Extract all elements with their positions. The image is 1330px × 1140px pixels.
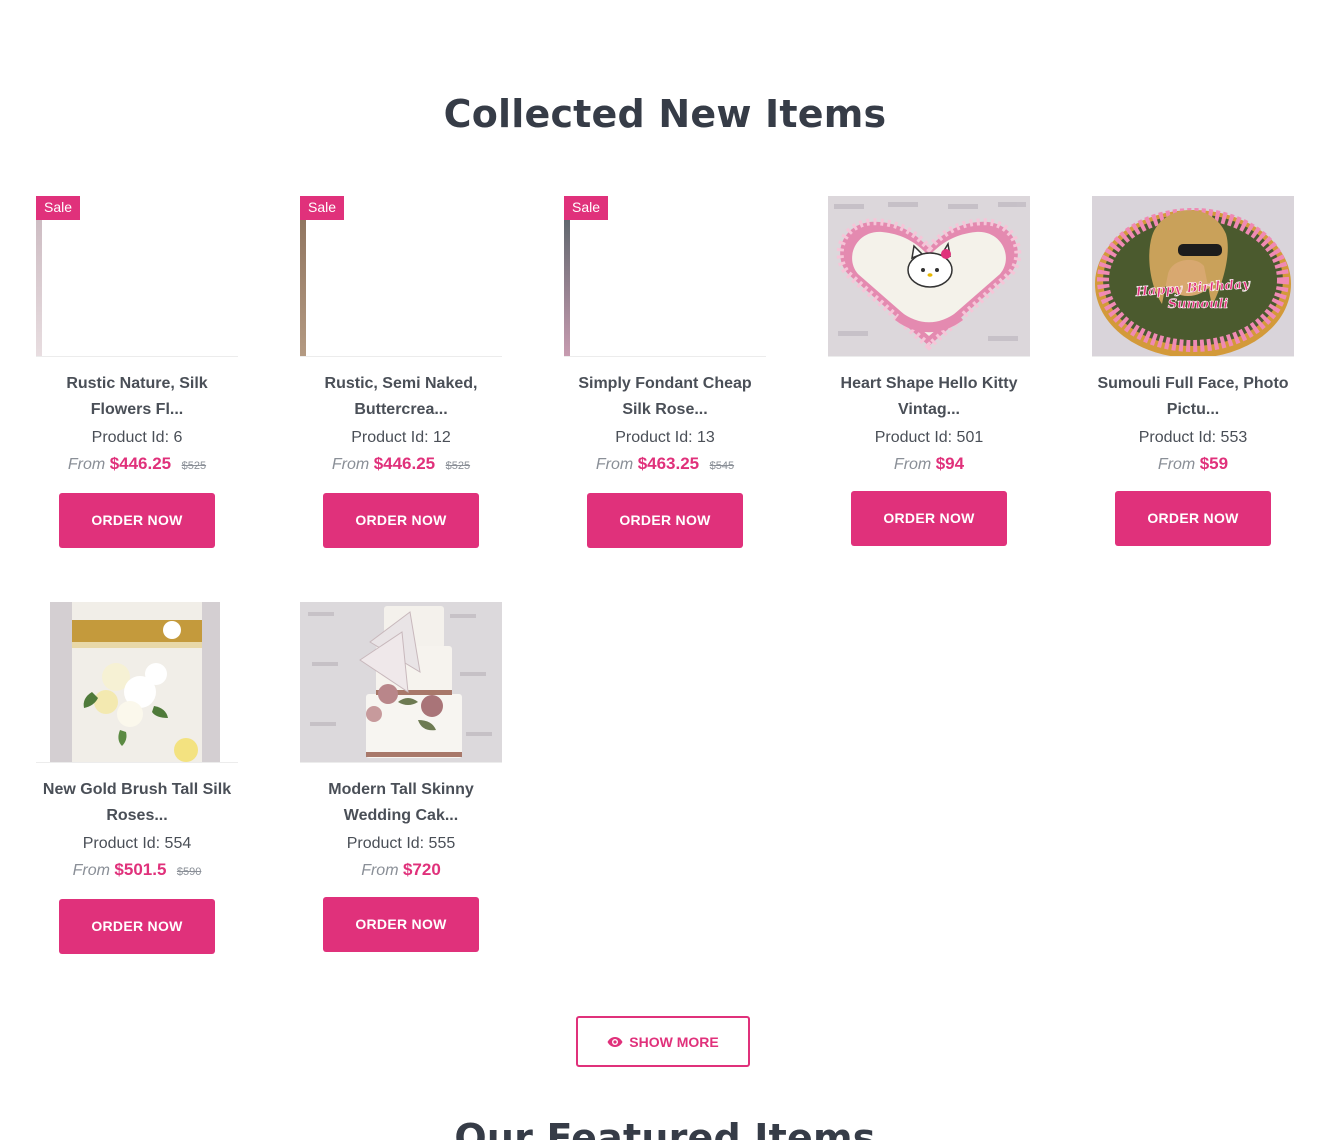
section-title-featured-items: Our Featured Items [454, 1116, 876, 1140]
photo-cake-image: Happy Birthday Sumouli [1092, 196, 1294, 356]
product-card: Sale Rustic Nature, Silk Flowers Fl... P… [36, 196, 238, 548]
price-from-label: From [1157, 456, 1196, 473]
order-now-button[interactable]: ORDER NOW [59, 493, 215, 548]
product-image[interactable]: Sale [564, 196, 766, 357]
product-card: Happy Birthday Sumouli Sumouli Full Face… [1092, 196, 1294, 546]
current-price: $720 [402, 860, 441, 879]
product-id: Product Id: 501 [874, 429, 984, 446]
original-price: $525 [181, 460, 207, 472]
price-line: From $446.25 $525 [36, 453, 238, 477]
product-name[interactable]: New Gold Brush Tall Silk Roses... [36, 777, 238, 829]
order-now-button[interactable]: ORDER NOW [851, 491, 1007, 546]
price-line: From $59 [1092, 453, 1294, 476]
price-from-label: From [331, 456, 370, 473]
price-line: From $501.5 $590 [36, 859, 238, 883]
cake-text-line2: Sumouli [1168, 297, 1229, 312]
order-now-button[interactable]: ORDER NOW [323, 493, 479, 548]
product-name[interactable]: Rustic Nature, Silk Flowers Fl... [36, 371, 238, 423]
product-id: Product Id: 553 [1138, 429, 1248, 446]
current-price: $446.25 [109, 454, 172, 473]
image-edge [300, 196, 306, 356]
show-more-button[interactable]: SHOW MORE [576, 1016, 750, 1067]
sale-badge: Sale [564, 196, 609, 220]
product-image[interactable] [36, 602, 238, 763]
product-card: Sale Rustic, Semi Naked, Buttercrea... P… [300, 196, 502, 548]
product-name[interactable]: Sumouli Full Face, Photo Pictu... [1092, 371, 1294, 423]
order-now-button[interactable]: ORDER NOW [1115, 491, 1271, 546]
page: Collected New Items Sale Rustic Nature, … [0, 0, 1330, 1140]
product-id: Product Id: 554 [82, 835, 192, 852]
section-title-new-items: Collected New Items [443, 92, 887, 136]
price-from-label: From [67, 456, 106, 473]
product-image[interactable] [828, 196, 1030, 357]
product-name[interactable]: Simply Fondant Cheap Silk Rose... [564, 371, 766, 423]
product-image[interactable]: Happy Birthday Sumouli [1092, 196, 1294, 357]
current-price: $59 [1199, 454, 1229, 473]
product-card: Heart Shape Hello Kitty Vintag... Produc… [828, 196, 1030, 546]
image-edge [564, 196, 570, 356]
price-line: From $94 [828, 453, 1030, 476]
sale-badge: Sale [36, 196, 81, 220]
original-price: $590 [176, 866, 202, 878]
product-card: Modern Tall Skinny Wedding Cak... Produc… [300, 602, 502, 952]
price-from-label: From [72, 862, 110, 879]
product-name[interactable]: Heart Shape Hello Kitty Vintag... [828, 371, 1030, 423]
eye-icon [607, 1036, 623, 1047]
image-edge [36, 196, 42, 356]
product-name[interactable]: Rustic, Semi Naked, Buttercrea... [300, 371, 502, 423]
product-image[interactable] [300, 602, 502, 763]
product-id: Product Id: 13 [615, 429, 715, 446]
order-now-button[interactable]: ORDER NOW [323, 897, 479, 952]
price-line: From $463.25 $545 [564, 453, 766, 477]
product-id: Product Id: 12 [351, 429, 451, 446]
product-id: Product Id: 6 [91, 429, 183, 446]
original-price: $545 [709, 460, 735, 472]
product-image[interactable]: Sale [300, 196, 502, 357]
current-price: $501.5 [114, 860, 167, 879]
show-more-label: SHOW MORE [629, 1033, 719, 1050]
original-price: $525 [445, 460, 471, 472]
price-line: From $446.25 $525 [300, 453, 502, 477]
product-image[interactable]: Sale [36, 196, 238, 357]
product-id: Product Id: 555 [346, 835, 456, 852]
product-card: New Gold Brush Tall Silk Roses... Produc… [36, 602, 238, 954]
price-line: From $720 [300, 859, 502, 882]
current-price: $94 [935, 454, 965, 473]
sale-badge: Sale [300, 196, 345, 220]
price-from-label: From [361, 862, 399, 879]
order-now-button[interactable]: ORDER NOW [587, 493, 743, 548]
price-from-label: From [595, 456, 634, 473]
price-from-label: From [893, 456, 932, 473]
hello-kitty-cake-image [828, 196, 1030, 356]
gold-brush-cake-image [36, 602, 238, 762]
product-name[interactable]: Modern Tall Skinny Wedding Cak... [300, 777, 502, 829]
order-now-button[interactable]: ORDER NOW [59, 899, 215, 954]
wedding-cake-image [300, 602, 502, 762]
current-price: $446.25 [373, 454, 436, 473]
current-price: $463.25 [637, 454, 700, 473]
product-card: Sale Simply Fondant Cheap Silk Rose... P… [564, 196, 766, 548]
